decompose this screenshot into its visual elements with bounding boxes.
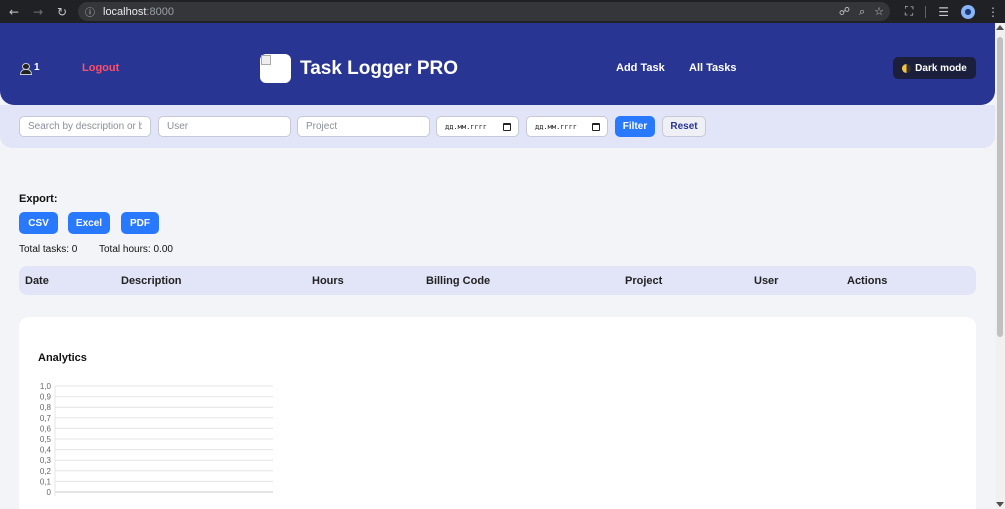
toolbar-divider [925, 5, 927, 18]
back-icon[interactable]: ← [2, 0, 26, 23]
chart-y-tick-label: 0,7 [40, 414, 52, 423]
date-from-value: дд.мм.гггг [445, 122, 488, 131]
dark-mode-label: Dark mode [915, 62, 967, 74]
user-filter-input[interactable] [158, 116, 291, 137]
user-badge: 1 [20, 62, 40, 75]
column-header-date[interactable]: Date [25, 275, 49, 287]
chart-y-tick-label: 1,0 [40, 382, 52, 391]
bookmark-star-icon[interactable]: ☆ [874, 5, 884, 18]
address-url[interactable]: localhost:8000 [103, 6, 174, 18]
forward-icon[interactable]: → [26, 0, 50, 23]
calendar-icon[interactable] [503, 122, 511, 131]
chart-y-tick-label: 0,1 [40, 477, 52, 486]
chart-y-tick-label: 0,4 [40, 446, 52, 455]
key-icon[interactable]: ☍ [839, 5, 850, 18]
column-header-description[interactable]: Description [121, 275, 182, 287]
analytics-title: Analytics [38, 352, 87, 364]
media-controls-icon[interactable]: ☰ [938, 5, 949, 19]
extensions-icon[interactable]: ⛶ [905, 4, 913, 19]
tasks-table-header: Date Description Hours Billing Code Proj… [19, 266, 976, 295]
scrollbar-thumb[interactable] [997, 37, 1003, 337]
filter-button[interactable]: Filter [615, 116, 655, 137]
filter-bar: дд.мм.гггг дд.мм.гггг Filter Reset [0, 105, 995, 148]
date-to-input[interactable]: дд.мм.гггг [526, 116, 608, 137]
page-viewport: 1 Logout Task Logger PRO Add Task All Ta… [0, 23, 995, 509]
chart-y-tick-label: 0,2 [40, 467, 52, 476]
half-moon-icon [902, 63, 912, 73]
date-from-input[interactable]: дд.мм.гггг [436, 116, 519, 137]
browser-toolbar: ← → ↻ ⓘ localhost:8000 ☍ ⌕ ☆ ⛶ ☰ ● ⋮ [0, 0, 1005, 23]
export-excel-button[interactable]: Excel [68, 212, 110, 234]
export-csv-button[interactable]: CSV [19, 212, 58, 234]
date-to-value: дд.мм.гггг [535, 122, 578, 131]
column-header-hours[interactable]: Hours [312, 275, 344, 287]
page-scrollbar[interactable] [995, 23, 1005, 509]
chart-y-tick-label: 0,9 [40, 393, 52, 402]
zoom-icon[interactable]: ⌕ [859, 5, 865, 19]
column-header-user[interactable]: User [754, 275, 778, 287]
analytics-card: Analytics 1,0 0,9 0,8 0,7 0,6 0,5 0,4 0,3 0,2 0,1… [19, 317, 976, 509]
search-input[interactable] [19, 116, 151, 137]
column-header-project[interactable]: Project [625, 275, 662, 287]
app-logo [260, 54, 291, 83]
reload-icon[interactable]: ↻ [50, 0, 74, 23]
user-icon [20, 62, 32, 75]
app-header: 1 Logout Task Logger PRO Add Task All Ta… [0, 23, 995, 105]
chart-y-tick-label: 0,6 [40, 424, 52, 433]
scroll-up-arrow-icon[interactable] [996, 25, 1004, 30]
column-header-billing-code[interactable]: Billing Code [426, 275, 490, 287]
chart-y-tick-label: 0 [47, 488, 52, 497]
user-count: 1 [34, 62, 40, 73]
logout-link[interactable]: Logout [82, 62, 119, 74]
export-pdf-button[interactable]: PDF [121, 212, 159, 234]
total-tasks: Total tasks: 0 [19, 244, 78, 255]
export-label: Export: [19, 193, 58, 205]
site-info-icon[interactable]: ⓘ [83, 5, 97, 19]
calendar-icon[interactable] [592, 122, 600, 131]
address-bar[interactable]: ⓘ localhost:8000 ☍ ⌕ ☆ [78, 2, 890, 21]
dark-mode-button[interactable]: Dark mode [893, 57, 976, 79]
chart-y-tick-label: 0,8 [40, 403, 52, 412]
chrome-menu-icon[interactable]: ⋮ [987, 5, 999, 19]
project-filter-input[interactable] [297, 116, 430, 137]
chart-y-tick-label: 0,3 [40, 456, 52, 465]
nav-all-tasks[interactable]: All Tasks [689, 62, 737, 74]
scroll-down-arrow-icon[interactable] [996, 502, 1004, 507]
chart-y-tick-label: 0,5 [40, 435, 52, 444]
analytics-chart: 1,0 0,90,8 0,70,6 0,5 0,40,3 0,20,1 0 [40, 382, 273, 497]
profile-avatar-icon[interactable]: ● [961, 4, 975, 19]
reset-button[interactable]: Reset [662, 116, 706, 137]
nav-add-task[interactable]: Add Task [616, 62, 665, 74]
app-title: Task Logger PRO [300, 58, 459, 79]
total-hours: Total hours: 0.00 [99, 244, 173, 255]
column-header-actions: Actions [847, 275, 888, 287]
